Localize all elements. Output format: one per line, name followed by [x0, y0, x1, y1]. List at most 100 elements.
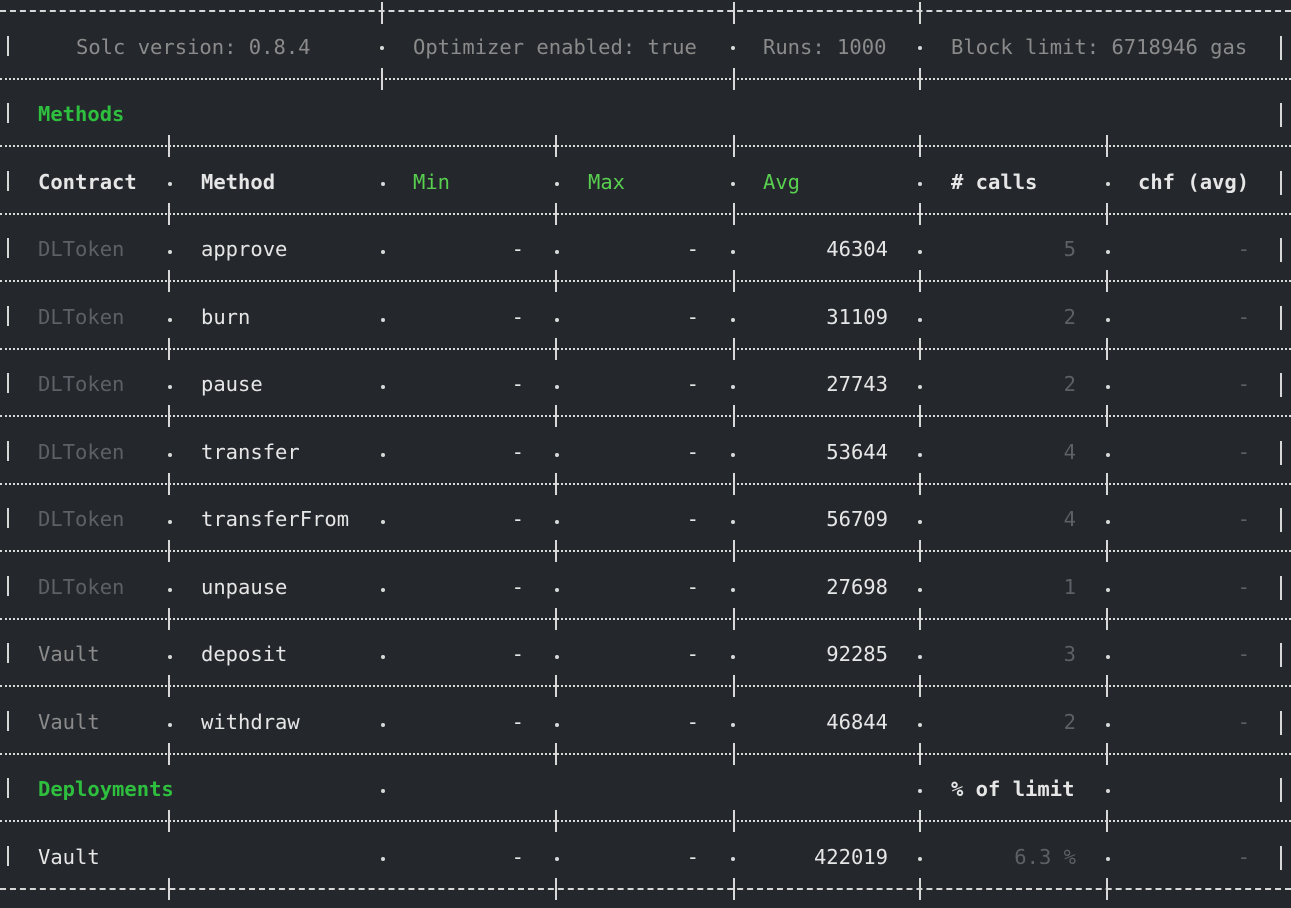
- percent-of-limit-header: % of limit: [951, 777, 1075, 801]
- cell-separator-dot: [918, 789, 922, 793]
- column-divider: [555, 135, 557, 157]
- cell-separator-dot: [555, 723, 559, 727]
- column-divider: [919, 2, 921, 24]
- column-divider: [168, 270, 170, 292]
- cell-separator-dot: [381, 857, 385, 861]
- grid-separator-line: [0, 685, 1291, 705]
- cell-separator-dot: [731, 453, 735, 457]
- optimizer-status: Optimizer enabled: true: [413, 35, 697, 59]
- solc-version: Solc version: 0.8.4: [76, 35, 311, 59]
- grid-separator-line: [0, 483, 1291, 503]
- cell-separator-dot: [1106, 385, 1110, 389]
- cell-separator-dot: [555, 318, 559, 322]
- cell-separator-dot: [918, 588, 922, 592]
- column-divider: [555, 270, 557, 292]
- cell-separator-dot: [381, 385, 385, 389]
- cell-separator-dot: [381, 588, 385, 592]
- column-divider: [733, 878, 735, 900]
- column-divider: [733, 203, 735, 225]
- column-divider: [7, 441, 9, 461]
- column-divider: [7, 711, 9, 731]
- cell-separator-dot: [381, 655, 385, 659]
- column-divider: [1280, 441, 1282, 465]
- deployment-min: -: [511, 845, 524, 869]
- column-divider: [168, 608, 170, 630]
- grid-separator-line: [0, 10, 1291, 30]
- column-divider: [733, 608, 735, 630]
- cell-separator-dot: [1106, 520, 1110, 524]
- column-divider: [555, 608, 557, 630]
- cell-separator-dot: [918, 453, 922, 457]
- row-chf: -: [1237, 372, 1250, 396]
- grid-separator-line: [0, 348, 1291, 368]
- row-max: -: [686, 710, 699, 734]
- cell-separator-dot: [380, 46, 384, 50]
- cell-separator-dot: [381, 453, 385, 457]
- column-divider: [919, 810, 921, 832]
- row-calls: 2: [1063, 305, 1076, 329]
- cell-separator-dot: [1106, 453, 1110, 457]
- column-divider: [733, 270, 735, 292]
- column-divider: [1280, 36, 1282, 60]
- cell-separator-dot: [555, 588, 559, 592]
- grid-separator-line: [0, 753, 1291, 773]
- cell-separator-dot: [731, 520, 735, 524]
- column-divider: [733, 540, 735, 562]
- row-calls: 1: [1063, 575, 1076, 599]
- column-divider: [555, 473, 557, 495]
- row-contract: Vault: [38, 642, 100, 666]
- cell-separator-dot: [731, 723, 735, 727]
- column-divider: [733, 2, 735, 24]
- col-header-avg: Avg: [763, 170, 801, 194]
- grid-separator-line: [0, 888, 1291, 908]
- cell-separator-dot: [381, 520, 385, 524]
- column-divider: [7, 778, 9, 798]
- row-contract: DLToken: [38, 305, 125, 329]
- column-divider: [555, 405, 557, 427]
- cell-separator-dot: [381, 182, 385, 186]
- row-chf: -: [1237, 305, 1250, 329]
- column-divider: [7, 643, 9, 663]
- cell-separator-dot: [731, 857, 735, 861]
- cell-separator-dot: [918, 250, 922, 254]
- column-divider: [1280, 171, 1282, 195]
- deployment-max: -: [686, 845, 699, 869]
- column-divider: [919, 540, 921, 562]
- cell-separator-dot: [731, 655, 735, 659]
- row-avg: 46304: [826, 237, 888, 261]
- cell-separator-dot: [168, 318, 172, 322]
- row-avg: 53644: [826, 440, 888, 464]
- column-divider: [555, 675, 557, 697]
- grid-separator-line: [0, 415, 1291, 435]
- cell-separator-dot: [918, 46, 922, 50]
- cell-separator-dot: [555, 857, 559, 861]
- column-divider: [555, 203, 557, 225]
- column-divider: [555, 338, 557, 360]
- column-divider: [168, 405, 170, 427]
- row-max: -: [686, 507, 699, 531]
- cell-separator-dot: [168, 723, 172, 727]
- row-calls: 5: [1063, 237, 1076, 261]
- cell-separator-dot: [381, 723, 385, 727]
- row-contract: DLToken: [38, 440, 125, 464]
- column-divider: [7, 238, 9, 258]
- column-divider: [7, 306, 9, 326]
- row-chf: -: [1237, 237, 1250, 261]
- column-divider: [1106, 473, 1108, 495]
- col-header-chf: chf (avg): [1138, 170, 1250, 194]
- column-divider: [7, 103, 9, 123]
- row-method: approve: [201, 237, 288, 261]
- row-contract: DLToken: [38, 575, 125, 599]
- row-contract: DLToken: [38, 507, 125, 531]
- row-min: -: [511, 237, 524, 261]
- row-avg: 92285: [826, 642, 888, 666]
- column-divider: [168, 540, 170, 562]
- cell-separator-dot: [731, 250, 735, 254]
- column-divider: [555, 810, 557, 832]
- column-divider: [733, 135, 735, 157]
- column-divider: [733, 338, 735, 360]
- cell-separator-dot: [1106, 250, 1110, 254]
- deployment-contract: Vault: [38, 845, 100, 869]
- column-divider: [168, 135, 170, 157]
- row-method: withdraw: [201, 710, 300, 734]
